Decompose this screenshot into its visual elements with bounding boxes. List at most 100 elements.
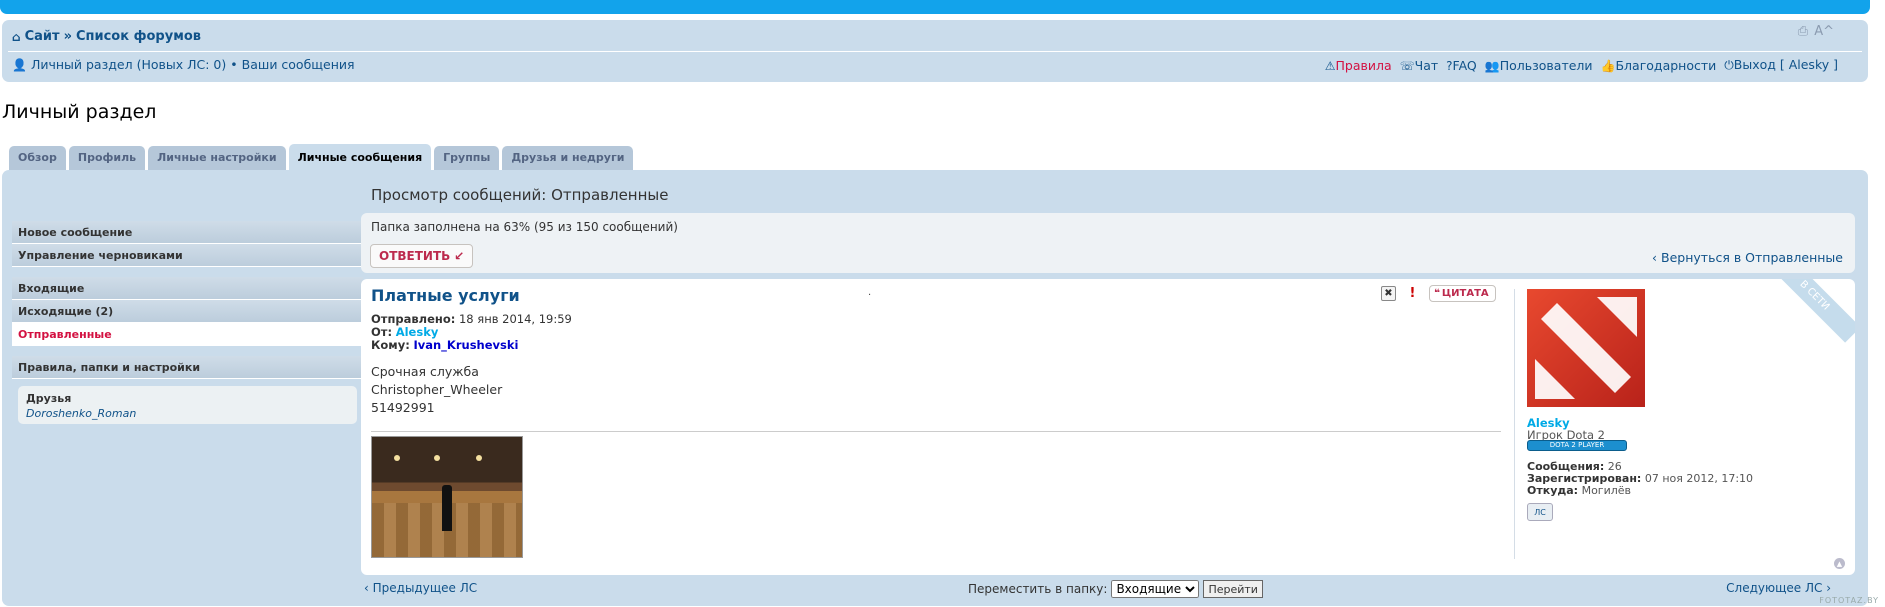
next-pm-label: Следующее ЛС <box>1726 581 1823 595</box>
users-label: Пользователи <box>1499 57 1593 73</box>
online-ribbon: В СЕТИ <box>1767 279 1855 343</box>
your-posts-link[interactable]: Ваши сообщения <box>242 57 355 72</box>
breadcrumb-separator: » <box>63 29 72 44</box>
warning-icon: ⚠ <box>1324 58 1336 73</box>
poster-stats: Сообщения: 26 Зарегистрирован: 07 ноя 20… <box>1527 461 1753 497</box>
tab-private-messages[interactable]: Личные сообщения <box>288 144 432 172</box>
signature-divider <box>371 431 1501 432</box>
breadcrumb-forums-link[interactable]: Список форумов <box>76 29 201 44</box>
bullet-separator: • <box>230 57 238 72</box>
dot-mark: · <box>868 290 872 301</box>
reply-button[interactable]: ОТВЕТИТЬ ↙ <box>370 244 474 268</box>
folder-select[interactable]: Входящие <box>1111 580 1200 598</box>
chat-link[interactable]: ☏Чат <box>1400 58 1439 73</box>
users-icon: 👥 <box>1484 58 1500 73</box>
quote-icon: ❝ <box>1434 288 1440 299</box>
rank-badge: DOTA 2 PLAYER <box>1527 440 1627 451</box>
chat-icon: ☏ <box>1399 58 1415 73</box>
dota-logo-icon <box>1535 297 1637 399</box>
power-icon: ⏻ <box>1724 58 1734 72</box>
top-header-bar <box>0 0 1870 14</box>
sidebar-item-drafts[interactable]: Управление черновиками <box>12 244 363 267</box>
thanks-label: Благодарности <box>1615 57 1717 73</box>
quote-button[interactable]: ❝ ЦИТАТА <box>1429 285 1496 302</box>
breadcrumb-site-link[interactable]: Сайт <box>25 29 60 44</box>
friend-link[interactable]: Doroshenko_Roman <box>26 407 349 420</box>
signature-image[interactable] <box>371 436 523 558</box>
page-tools: ⎙ A^ <box>1798 24 1834 39</box>
to-label: Кому: <box>371 338 410 352</box>
lamp <box>394 455 400 461</box>
thumbs-up-icon: 👍 <box>1600 58 1616 73</box>
logout-label: Выход [ Alesky ] <box>1733 57 1838 72</box>
tab-overview[interactable]: Обзор <box>9 146 66 170</box>
users-link[interactable]: 👥Пользователи <box>1485 58 1593 73</box>
breadcrumb: ⌂ Сайт » Список форумов <box>12 29 201 44</box>
message-body: Срочная служба Christopher_Wheeler 51492… <box>371 363 502 417</box>
prev-pm-link[interactable]: ‹ Предыдущее ЛС <box>364 581 477 595</box>
to-user-link[interactable]: Ivan_Krushevski <box>413 338 518 352</box>
from-label: От: <box>371 325 393 339</box>
sidebar-item-outbox[interactable]: Исходящие (2) <box>12 300 363 323</box>
sidebar-item-inbox[interactable]: Входящие <box>12 277 363 300</box>
chat-label: Чат <box>1414 57 1439 73</box>
move-label: Переместить в папку: <box>968 582 1108 596</box>
location-label: Откуда: <box>1527 484 1579 497</box>
to-row: Кому: Ivan_Krushevski <box>371 339 572 352</box>
font-size-toggle[interactable]: A^ <box>1814 24 1834 39</box>
folder-info-box: Папка заполнена на 63% (95 из 150 сообще… <box>361 213 1855 273</box>
pm-label: ЛС <box>1534 507 1546 517</box>
tab-friends-foes[interactable]: Друзья и недруги <box>502 146 634 170</box>
sidebar-item-rules-folders[interactable]: Правила, папки и настройки <box>12 356 363 379</box>
quote-label: ЦИТАТА <box>1441 288 1489 299</box>
body-line: Christopher_Wheeler <box>371 382 503 397</box>
back-to-sent-link[interactable]: ‹ Вернуться в Отправленные <box>1652 250 1843 265</box>
delete-icon[interactable]: ✖ <box>1381 286 1396 301</box>
thanks-link[interactable]: 👍Благодарности <box>1601 58 1717 73</box>
go-button[interactable]: Перейти <box>1203 580 1263 598</box>
page-title: Личный раздел <box>2 101 157 123</box>
tab-profile[interactable]: Профиль <box>68 146 146 170</box>
post-actions: ✖ ! ❝ ЦИТАТА <box>1381 285 1496 302</box>
message-subject[interactable]: Платные услуги <box>371 286 520 305</box>
faq-label: FAQ <box>1452 57 1477 73</box>
next-pm-link[interactable]: Следующее ЛС › <box>1726 581 1831 595</box>
message-meta: Отправлено: 18 янв 2014, 19:59 От: Alesk… <box>371 313 572 352</box>
back-label: Вернуться в Отправленные <box>1661 250 1843 265</box>
ucp-tabs: Обзор Профиль Личные настройки Личные со… <box>9 144 634 172</box>
friends-box: Друзья Doroshenko_Roman <box>18 386 357 424</box>
sidebar-item-compose[interactable]: Новое сообщение <box>12 221 363 244</box>
logout-link[interactable]: ⏻Выход [ Alesky ] <box>1724 57 1838 73</box>
avatar <box>1527 289 1645 407</box>
home-icon: ⌂ <box>12 29 21 44</box>
friends-header: Друзья <box>26 392 72 405</box>
back-to-top-icon[interactable]: ▲ <box>1834 558 1845 569</box>
reply-arrow-icon: ↙ <box>454 249 465 263</box>
tab-preferences[interactable]: Личные настройки <box>148 146 286 170</box>
rules-link[interactable]: ⚠Правила <box>1325 58 1392 73</box>
tab-groups[interactable]: Группы <box>434 146 500 170</box>
move-to-folder: Переместить в папку: Входящие Перейти <box>968 580 1263 598</box>
ucp-link[interactable]: Личный раздел <box>31 57 133 72</box>
sent-label: Отправлено: <box>371 312 456 326</box>
poster-profile: В СЕТИ Alesky Игрок Dota 2 DOTA 2 PLAYER… <box>1514 279 1855 559</box>
body-line: Срочная служба <box>371 364 479 379</box>
new-pm-count[interactable]: (Новых ЛС: 0) <box>137 57 227 72</box>
joined-value: 07 ноя 2012, 17:10 <box>1644 472 1754 485</box>
pm-button[interactable]: ЛС <box>1527 503 1553 521</box>
sidebar-item-sent[interactable]: Отправленные <box>12 323 363 346</box>
faq-link[interactable]: ?FAQ <box>1446 58 1477 73</box>
location-value: Могилёв <box>1581 484 1632 497</box>
folder-quota: Папка заполнена на 63% (95 из 150 сообще… <box>371 220 678 234</box>
view-title: Просмотр сообщений: Отправленные <box>371 186 669 204</box>
print-icon[interactable]: ⎙ <box>1798 24 1808 39</box>
user-icon: 👤 <box>12 57 27 72</box>
from-user-link[interactable]: Alesky <box>396 325 439 339</box>
reply-label: ОТВЕТИТЬ <box>379 249 451 263</box>
report-icon[interactable]: ! <box>1406 286 1419 301</box>
lamp <box>434 455 440 461</box>
location-row: Откуда: Могилёв <box>1527 485 1753 497</box>
user-links: 👤 Личный раздел (Новых ЛС: 0) • Ваши соо… <box>12 57 355 72</box>
